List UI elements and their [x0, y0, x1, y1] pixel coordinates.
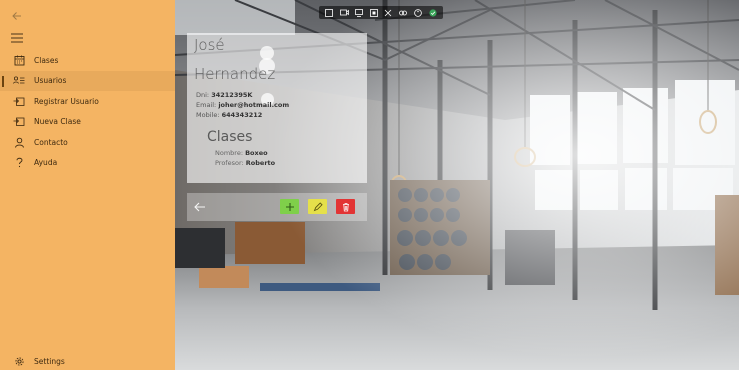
nav-menu: Clases Usuarios Registrar Usuario Nueva … — [0, 50, 175, 173]
dni-value: 34212395K — [211, 91, 253, 99]
dni-label: Dni: — [196, 91, 210, 99]
trash-icon — [342, 202, 349, 211]
register-icon — [12, 94, 26, 108]
class-teacher-row: Profesor: Roberto — [215, 159, 275, 167]
system-status-bar — [319, 6, 443, 19]
sidebar-item-label: Ayuda — [34, 158, 58, 168]
classes-heading: Clases — [207, 129, 253, 145]
gear-icon — [12, 354, 26, 368]
people-list-icon — [12, 74, 26, 88]
email-row: Email: joher@hotmail.com — [196, 101, 289, 109]
mobile-row: Mobile: 644343212 — [196, 111, 262, 119]
sidebar-item-ayuda[interactable]: Ayuda — [0, 153, 175, 174]
hamburger-icon[interactable] — [10, 32, 24, 44]
user-last-name: Hernandez — [194, 65, 276, 83]
sidebar-item-registrar-usuario[interactable]: Registrar Usuario — [0, 91, 175, 112]
screenshot-icon[interactable] — [325, 8, 334, 17]
class-name-value: Boxeo — [245, 149, 268, 157]
mobile-label: Mobile: — [196, 111, 220, 119]
sidebar-item-label: Contacto — [34, 137, 68, 147]
class-name-row: Nombre: Boxeo — [215, 149, 268, 157]
accessibility-icon[interactable] — [413, 8, 422, 17]
sidebar-item-settings[interactable]: Settings — [0, 351, 175, 370]
sidebar-item-usuarios[interactable]: Usuarios — [0, 70, 175, 91]
sidebar-item-nueva-clase[interactable]: Nueva Clase — [0, 112, 175, 133]
pencil-icon — [313, 201, 323, 211]
class-teacher-value: Roberto — [245, 159, 276, 167]
main-content: José Hernandez Dni: 34212395K Email: joh… — [175, 0, 739, 370]
action-toolbar — [187, 193, 367, 221]
email-label: Email: — [196, 101, 217, 109]
delete-button[interactable] — [336, 199, 355, 214]
plus-icon — [285, 202, 294, 211]
class-teacher-label: Profesor: — [215, 159, 244, 167]
sidebar-item-label: Clases — [34, 55, 59, 65]
calendar-icon — [12, 53, 26, 67]
user-card: José Hernandez Dni: 34212395K Email: joh… — [187, 33, 367, 183]
camera-icon[interactable] — [339, 8, 349, 17]
add-button[interactable] — [280, 199, 299, 214]
class-name-label: Nombre: — [215, 149, 244, 157]
back-arrow-icon[interactable] — [10, 9, 24, 23]
cast-icon[interactable] — [354, 8, 363, 17]
sidebar-item-contacto[interactable]: Contacto — [0, 132, 175, 153]
app-window: Clases Usuarios Registrar Usuario Nueva … — [0, 0, 739, 370]
tools-icon[interactable] — [384, 8, 393, 17]
email-value: joher@hotmail.com — [218, 101, 290, 109]
sidebar-item-clases[interactable]: Clases — [0, 50, 175, 71]
window-icon[interactable] — [369, 8, 378, 17]
check-icon[interactable] — [428, 8, 437, 17]
register-icon — [12, 115, 26, 129]
sidebar-item-label: Nueva Clase — [34, 117, 81, 127]
user-first-name: José — [194, 36, 225, 54]
person-icon — [12, 135, 26, 149]
question-icon — [12, 156, 26, 170]
sidebar: Clases Usuarios Registrar Usuario Nueva … — [0, 0, 175, 370]
brightness-icon[interactable] — [399, 8, 408, 17]
dni-row: Dni: 34212395K — [196, 91, 252, 99]
edit-button[interactable] — [308, 199, 327, 214]
back-arrow-icon[interactable] — [193, 200, 207, 214]
sidebar-item-label: Registrar Usuario — [34, 96, 99, 106]
settings-label: Settings — [34, 356, 65, 366]
sidebar-item-label: Usuarios — [34, 76, 67, 86]
mobile-value: 644343212 — [221, 111, 263, 119]
